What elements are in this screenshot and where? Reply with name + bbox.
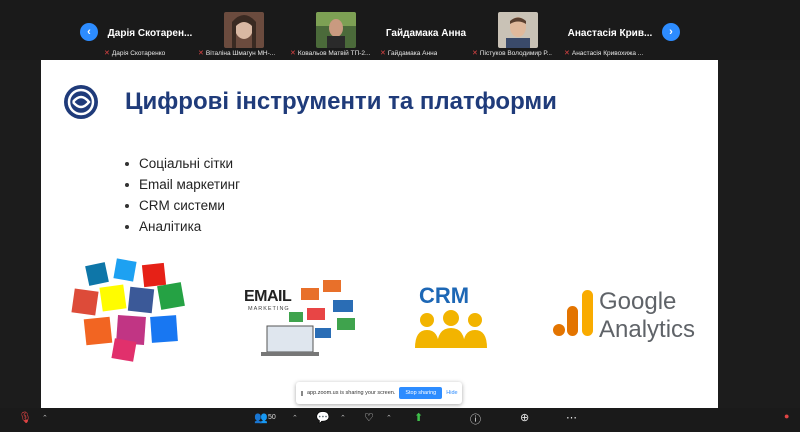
participant-label: Віталіна Шмагун МН-... [205,49,276,57]
email-logo-subtext: MARKETING [248,306,290,312]
bullet-item: Соціальні сітки [125,153,240,174]
prev-page-button[interactable]: ‹ [80,23,98,41]
chat-options-caret-icon[interactable]: ⌃ [340,414,346,422]
participants-count: 50 [268,414,276,421]
google-analytics-text-line1: Google [599,288,677,315]
bullet-list: Соціальні сітки Email маркетинг CRM сист… [125,153,240,237]
participant-label: Анастасія Кривохижа ... [571,49,644,57]
audio-options-caret-icon[interactable]: ⌃ [42,414,48,422]
participant-name: Дарія Скотарен... [107,28,193,39]
participant-name: Анастасія Крив... [567,28,653,39]
mic-muted-icon[interactable]: 🎙 [18,411,32,424]
reactions-icon[interactable]: ♡ [364,411,374,424]
participant-caption: ✕ Анастасія Кривохижа ... [564,48,643,58]
mic-muted-icon: ✕ [290,50,296,57]
more-icon[interactable]: ⋯ [566,411,577,424]
bullet-text: Аналітика [139,219,202,234]
participant-tile[interactable]: Гайдамака Анна ✕ Гайдамака Анна [380,10,472,60]
stop-sharing-button[interactable]: Stop sharing [399,387,443,399]
participant-label: Гайдамака Анна [387,49,438,57]
participant-name: Гайдамака Анна [385,28,467,39]
participants-icon[interactable]: 👥 [254,411,268,424]
share-screen-icon[interactable]: ⬆ [414,411,423,424]
bullet-dot-icon [125,203,129,208]
slide-title: Цифрові інструменти та платформи [125,88,557,115]
chat-icon[interactable]: 💬 [316,411,330,424]
hide-banner-link[interactable]: Hide [446,390,457,396]
participant-photo [498,12,538,48]
participant-label: Ковальов Матвій ТП-2... [297,49,371,57]
next-page-button[interactable]: › [662,23,680,41]
participant-caption: ✕ Пістуков Володимир Р... [472,48,552,58]
meeting-toolbar: 🎙 ⌃ 👥 50 ⌃ 💬 ⌃ ♡ ⌃ ⬆ ⓘ ⊕ ⋯ ● [0,408,800,432]
participant-caption: ✕ Дарія Скотаренко [104,48,165,58]
participant-caption: ✕ Ковальов Матвій ТП-2... [290,48,370,58]
participant-tile[interactable]: ✕ Пістуков Володимир Р... [472,10,564,60]
university-logo-icon [64,85,98,119]
zoom-window: ‹ Дарія Скотарен... ✕ Дарія Скотаренко ✕… [0,0,800,432]
bullet-text: Соціальні сітки [139,156,233,171]
bullet-item: Аналітика [125,216,240,237]
social-media-cubes-icon [71,258,185,362]
apps-icon[interactable]: ⊕ [520,411,529,424]
share-screen-icon [301,390,303,396]
participant-label: Дарія Скотаренко [111,49,166,57]
participant-caption: ✕ Гайдамака Анна [380,48,437,58]
bullet-text: Email маркетинг [139,177,241,192]
reactions-options-caret-icon[interactable]: ⌃ [386,414,392,422]
share-banner-text: app.zoom.us is sharing your screen. [307,390,396,396]
bullet-item: Email маркетинг [125,174,240,195]
crm-logo-text: CRM [419,283,470,308]
bullet-item: CRM системи [125,195,240,216]
record-icon[interactable]: ● [784,411,789,421]
crm-people-icon [415,310,487,348]
google-analytics-icon [553,290,593,336]
info-icon[interactable]: ⓘ [470,411,481,427]
mic-muted-icon: ✕ [380,50,386,57]
mic-muted-icon: ✕ [198,50,204,57]
bullet-text: CRM системи [139,198,225,213]
participant-tile[interactable]: Дарія Скотарен... ✕ Дарія Скотаренко [104,10,196,60]
email-logo-text: EMAIL [244,288,292,305]
participant-tile[interactable]: Анастасія Крив... ✕ Анастасія Кривохижа … [564,10,656,60]
participant-tile[interactable]: ✕ Ковальов Матвій ТП-2... [290,10,382,60]
participants-options-caret-icon[interactable]: ⌃ [292,414,298,422]
participant-tile[interactable]: ✕ Віталіна Шмагун МН-... [198,10,290,60]
mic-muted-icon: ✕ [472,50,478,57]
participant-photo [316,12,356,48]
screen-share-banner: app.zoom.us is sharing your screen. Stop… [296,382,462,404]
google-analytics-text-line2: Analytics [599,316,696,343]
bullet-dot-icon [125,161,129,166]
bullet-dot-icon [125,224,129,229]
bullet-dot-icon [125,182,129,187]
shared-slide: Цифрові інструменти та платформи Соціаль… [41,60,718,408]
participants-strip: ‹ Дарія Скотарен... ✕ Дарія Скотаренко ✕… [0,0,800,60]
participant-caption: ✕ Віталіна Шмагун МН-... [198,48,275,58]
participant-photo [224,12,264,48]
participant-label: Пістуков Володимир Р... [479,49,552,57]
mic-muted-icon: ✕ [104,50,110,57]
mic-muted-icon: ✕ [564,50,570,57]
